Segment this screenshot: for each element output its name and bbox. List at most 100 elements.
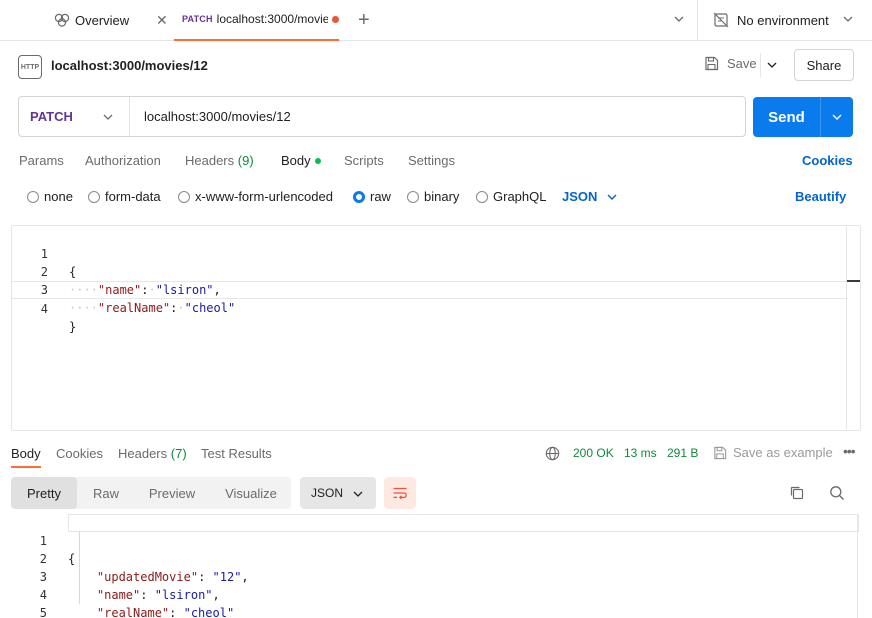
tab-method-label: PATCH [182,14,213,24]
response-time[interactable]: 13 ms [624,446,657,460]
wrap-lines-button[interactable] [384,477,416,509]
tab-headers[interactable]: Headers (9) [185,153,254,168]
radio-none[interactable]: none [27,189,73,204]
view-visualize-button[interactable]: Visualize [213,477,289,509]
radio-selected-icon [353,190,365,203]
body-format-label: JSON [562,189,598,204]
share-button[interactable]: Share [794,49,854,81]
tab-request-active[interactable]: PATCH localhost:3000/movie [174,0,339,41]
no-environment-icon [713,12,729,28]
request-title[interactable]: localhost:3000/movies/12 [51,58,208,73]
send-button[interactable]: Send [753,97,853,137]
new-tab-plus-icon[interactable]: + [358,9,370,32]
code-line: 3 ····"realName":·"cheol" [12,263,848,315]
response-tab-headers-label: Headers [118,446,168,461]
radio-binary[interactable]: binary [407,189,459,204]
radio-form-data-label: form-data [105,189,161,204]
response-view-toolbar: Pretty Raw Preview Visualize [11,477,291,509]
json-value: "cheol" [184,301,236,315]
tab-url-label: localhost:3000/movie [216,12,329,26]
radio-circle-icon [88,190,100,203]
response-format-select[interactable]: JSON [300,477,376,509]
radio-circle-icon [476,190,488,203]
whitespace-marker: · [177,301,185,315]
url-input[interactable] [130,98,745,135]
response-tab-headers-count: (7) [170,446,187,461]
json-key: "realName" [96,606,170,618]
response-tab-headers[interactable]: Headers (7) [118,446,187,461]
editor-scrollbar[interactable] [846,226,847,430]
status-badge[interactable]: 200 OK [573,446,614,460]
radio-binary-label: binary [424,189,460,204]
request-header: HTTP localhost:3000/movies/12 Save Share [0,41,872,93]
code-line: 1 { [11,514,847,566]
copy-icon[interactable] [789,485,805,501]
json-key: "realName" [97,301,171,315]
cookies-link[interactable]: Cookies [802,153,853,168]
response-tabs: Body Cookies Headers (7) Test Results 20… [0,443,872,468]
tab-params[interactable]: Params [19,153,64,168]
view-preview-button[interactable]: Preview [137,477,207,509]
whitespace-marker: ···· [69,301,98,315]
globe-icon[interactable] [545,446,560,461]
request-tabs: Params Authorization Headers (9) Body Sc… [0,153,872,173]
response-tab-body[interactable]: Body [11,446,41,468]
overview-icon [54,13,70,27]
code-text: } [69,320,77,334]
send-chevron-down-icon[interactable] [821,111,853,123]
more-options-icon[interactable]: ••• [843,443,856,459]
save-chevron-down-icon[interactable] [765,58,779,72]
code-line: 2 ····"name":·"lsiron", [12,245,848,297]
radio-urlencoded[interactable]: x-www-form-urlencoded [178,189,333,204]
close-icon[interactable]: ✕ [156,12,168,29]
code-line: 1 { [12,227,848,279]
environment-selector[interactable]: No environment [713,12,829,28]
tab-body[interactable]: Body [281,153,321,168]
env-divider [697,0,698,41]
environment-label: No environment [737,12,829,28]
response-size[interactable]: 291 B [667,446,698,460]
beautify-link[interactable]: Beautify [795,189,846,204]
radio-raw[interactable]: raw [353,189,391,204]
body-active-dot-icon [314,157,321,164]
tab-authorization[interactable]: Authorization [85,153,161,168]
line-number: 5 [39,606,47,618]
radio-circle-icon [407,190,419,203]
send-label: Send [768,108,805,126]
save-icon [705,56,719,71]
radio-circle-icon [27,190,39,203]
line-number: 4 [40,302,48,316]
tab-headers-count: (9) [237,153,254,168]
response-tab-cookies[interactable]: Cookies [56,446,103,461]
wrap-lines-icon [393,487,407,500]
method-select[interactable]: PATCH [19,97,130,136]
save-button[interactable]: Save [704,56,757,71]
radio-graphql-label: GraphQL [493,189,547,204]
response-tab-test-results[interactable]: Test Results [201,446,272,461]
tab-settings[interactable]: Settings [408,153,455,168]
radio-none-label: none [44,189,73,204]
radio-raw-label: raw [370,189,391,204]
format-chevron-down-icon [607,194,617,200]
save-as-example-button[interactable]: Save as example [713,445,833,460]
code-line: 5 } [11,586,847,618]
radio-graphql[interactable]: GraphQL [476,189,546,204]
code-line: 3 "name": "lsiron", [11,550,847,602]
response-scrollbar[interactable] [857,514,858,618]
tab-overview[interactable]: Overview ✕ [0,0,174,41]
search-icon[interactable] [829,485,845,501]
save-divider [760,53,761,77]
code-line-current: 4 } [12,281,848,334]
environment-chevron-down-icon[interactable] [842,12,854,26]
response-body-viewer[interactable]: 1 { 2 "updatedMovie": "12", 3 "name": "l… [11,514,861,618]
request-body-editor[interactable]: 1 { 2 ····"name":·"lsiron", 3 ····"realN… [11,225,861,431]
body-format-select[interactable]: JSON [562,189,618,204]
tabs-chevron-down-icon[interactable] [673,12,685,26]
tab-overview-label: Overview [75,12,130,28]
response-format-chevron-down-icon [353,491,363,497]
view-raw-button[interactable]: Raw [80,477,132,509]
view-pretty-button[interactable]: Pretty [11,477,77,509]
radio-form-data[interactable]: form-data [88,189,161,204]
save-as-example-label: Save as example [733,445,833,460]
tab-scripts[interactable]: Scripts [344,153,384,168]
